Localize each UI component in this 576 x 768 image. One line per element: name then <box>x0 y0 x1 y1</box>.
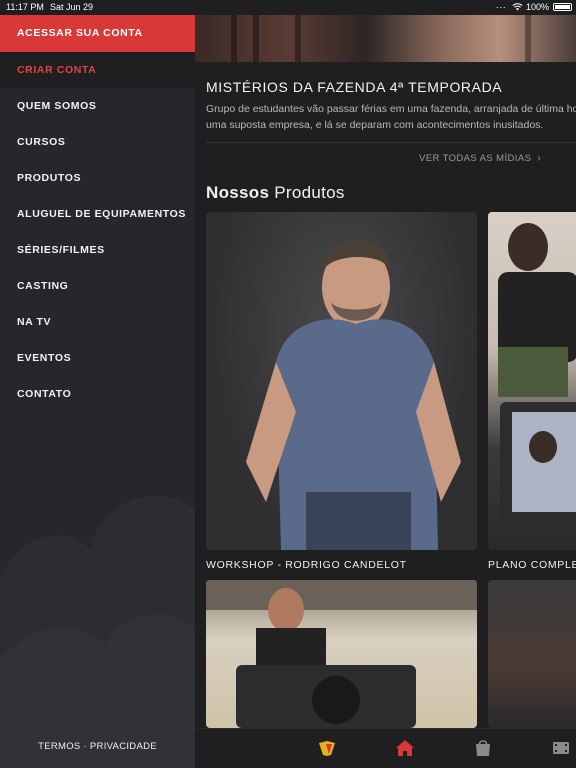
product-card[interactable] <box>488 580 576 728</box>
person-photo <box>246 240 461 550</box>
media-title[interactable]: MISTÉRIOS DA FAZENDA 4ª TEMPORADA <box>206 79 502 95</box>
product-image <box>206 580 477 728</box>
see-all-label: VER TODAS AS MÍDIAS <box>419 153 532 164</box>
chevron-right-icon: › <box>537 153 542 164</box>
film-media-icon[interactable] <box>550 737 572 759</box>
products-heading: Nossos Produtos <box>206 183 345 203</box>
sidebar-item-eventos[interactable]: EVENTOS <box>0 340 195 376</box>
home-icon[interactable] <box>394 737 416 759</box>
brand-logo-tab-icon[interactable] <box>316 737 338 759</box>
media-description: Grupo de estudantes vão passar férias em… <box>206 101 576 133</box>
status-date: Sat Jun 29 <box>50 2 94 12</box>
sidebar-item-contato[interactable]: CONTATO <box>0 376 195 412</box>
status-time: 11:17 PM <box>6 2 44 12</box>
products-heading-bold: Nossos <box>206 183 270 202</box>
cloud-decoration <box>0 495 195 768</box>
product-caption: WORKSHOP - RODRIGO CANDELOT <box>206 559 407 571</box>
shopping-bag-icon[interactable] <box>472 737 494 759</box>
media-description-line: Grupo de estudantes vão passar férias em… <box>206 103 576 115</box>
products-heading-rest: Produtos <box>269 183 345 202</box>
sidebar-item-quem-somos[interactable]: QUEM SOMOS <box>0 88 195 124</box>
product-card[interactable]: PLANO COMPLETO <box>488 212 576 572</box>
product-image <box>488 212 576 550</box>
sidebar-item-criar-conta[interactable]: CRIAR CONTA <box>0 52 195 88</box>
app-screen: 11:17 PM Sat Jun 29 ... 100% ACESSAR SUA… <box>0 0 576 768</box>
media-banner-image[interactable] <box>195 15 576 62</box>
media-description-line: uma suposta empresa, e lá se deparam com… <box>206 119 544 131</box>
sidebar-item-na-tv[interactable]: NA TV <box>0 304 195 340</box>
person-photo <box>206 580 477 728</box>
sidebar-item-cursos[interactable]: CURSOS <box>0 124 195 160</box>
sidebar-item-acessar-sua-conta[interactable]: ACESSAR SUA CONTA <box>0 15 195 52</box>
see-all-media-link[interactable]: VER TODAS AS MÍDIAS › <box>419 153 541 164</box>
product-caption: PLANO COMPLETO <box>488 559 576 571</box>
battery-percent: 100% <box>526 2 550 12</box>
person-photo <box>498 223 576 522</box>
product-card[interactable] <box>206 580 477 728</box>
main-content: MISTÉRIOS DA FAZENDA 4ª TEMPORADA Grupo … <box>195 15 576 728</box>
sidebar-item-produtos[interactable]: PRODUTOS <box>0 160 195 196</box>
menu-list: ACESSAR SUA CONTA CRIAR CONTA QUEM SOMOS CU… <box>0 15 195 412</box>
sidebar-item-series-filmes[interactable]: SÉRIES/FILMES <box>0 232 195 268</box>
product-image <box>206 212 477 550</box>
bottom-tab-bar <box>195 728 576 768</box>
product-card[interactable]: WORKSHOP - RODRIGO CANDELOT <box>206 212 477 572</box>
wifi-icon <box>512 3 523 11</box>
sidebar-menu: ACESSAR SUA CONTA CRIAR CONTA QUEM SOMOS CU… <box>0 15 195 768</box>
sidebar-item-casting[interactable]: CASTING <box>0 268 195 304</box>
sidebar-item-aluguel-de-equipamentos[interactable]: ALUGUEL DE EQUIPAMENTOS <box>0 196 195 232</box>
signal-dots-icon: ... <box>496 0 507 10</box>
legal-links[interactable]: TERMOS · PRIVACIDADE <box>0 741 195 752</box>
product-image <box>488 580 576 728</box>
divider <box>206 142 576 143</box>
status-bar: 11:17 PM Sat Jun 29 ... 100% <box>0 0 576 15</box>
battery-icon <box>553 3 572 11</box>
